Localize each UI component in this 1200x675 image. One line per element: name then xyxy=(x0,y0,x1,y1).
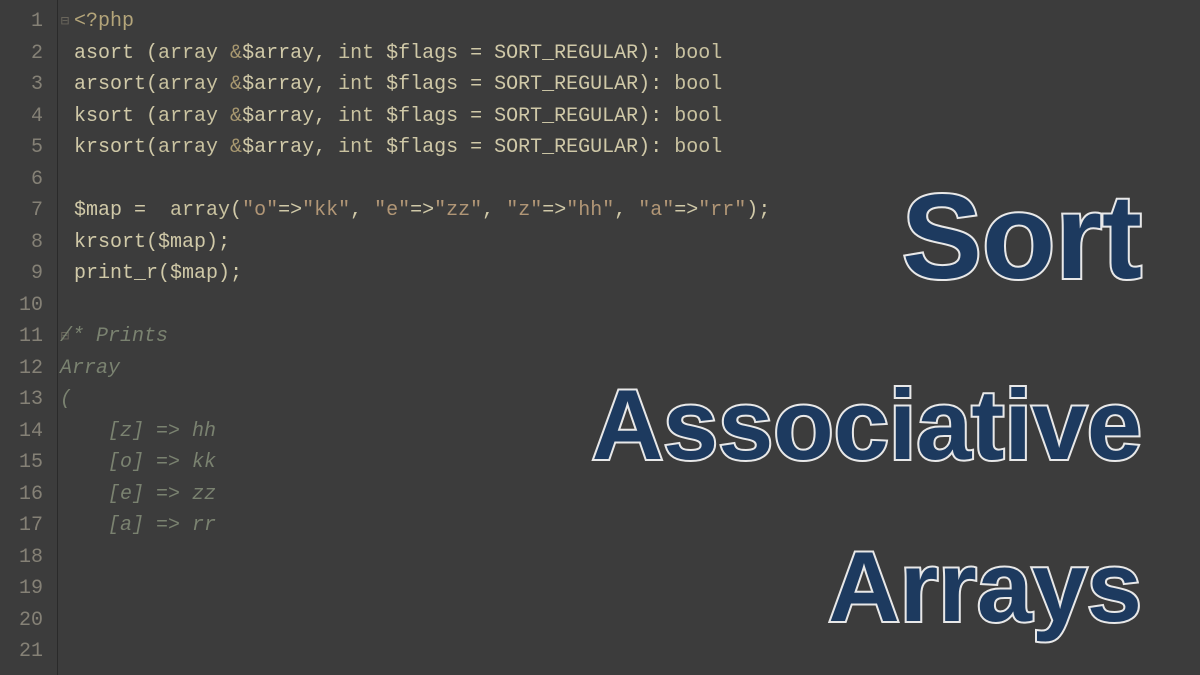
line-number[interactable]: 17 xyxy=(0,510,57,542)
line-number[interactable]: 12 xyxy=(0,353,57,385)
code-area[interactable]: <?php asort (array &$array, int $flags =… xyxy=(72,0,1200,675)
code-line[interactable] xyxy=(74,605,1200,637)
line-number[interactable]: 13 xyxy=(0,384,57,416)
code-line[interactable]: /* Prints xyxy=(60,321,1200,353)
code-line[interactable]: ( xyxy=(60,384,1200,416)
line-number[interactable]: 15 xyxy=(0,447,57,479)
code-line[interactable] xyxy=(74,290,1200,322)
code-line[interactable]: ksort (array &$array, int $flags = SORT_… xyxy=(74,101,1200,133)
code-line[interactable]: krsort($map); xyxy=(74,227,1200,259)
line-number[interactable]: 9 xyxy=(0,258,57,290)
line-gutter: 1 2 3 4 5 6 7 8 9 10 11 12 13 14 15 16 1… xyxy=(0,0,58,675)
line-number[interactable]: 3 xyxy=(0,69,57,101)
code-line[interactable] xyxy=(74,164,1200,196)
code-line[interactable]: krsort(array &$array, int $flags = SORT_… xyxy=(74,132,1200,164)
code-line[interactable]: Array xyxy=(60,353,1200,385)
code-line[interactable]: [e] => zz xyxy=(60,479,1200,511)
code-line[interactable] xyxy=(74,573,1200,605)
line-number[interactable]: 18 xyxy=(0,542,57,574)
code-line[interactable]: asort (array &$array, int $flags = SORT_… xyxy=(74,38,1200,70)
line-number[interactable]: 11 xyxy=(0,321,57,353)
line-number[interactable]: 1 xyxy=(0,6,57,38)
line-number[interactable]: 4 xyxy=(0,101,57,133)
line-number[interactable]: 5 xyxy=(0,132,57,164)
line-number[interactable]: 16 xyxy=(0,479,57,511)
code-line[interactable]: arsort(array &$array, int $flags = SORT_… xyxy=(74,69,1200,101)
code-line[interactable]: [z] => hh xyxy=(60,416,1200,448)
line-number[interactable]: 14 xyxy=(0,416,57,448)
line-number[interactable]: 8 xyxy=(0,227,57,259)
code-line[interactable]: $map = array("o"=>"kk", "e"=>"zz", "z"=>… xyxy=(74,195,1200,227)
fold-toggle-icon[interactable]: ⊟ xyxy=(58,6,72,38)
code-line[interactable] xyxy=(74,542,1200,574)
line-number[interactable]: 2 xyxy=(0,38,57,70)
code-line[interactable] xyxy=(74,636,1200,668)
line-number[interactable]: 7 xyxy=(0,195,57,227)
line-number[interactable]: 21 xyxy=(0,636,57,668)
code-editor: 1 2 3 4 5 6 7 8 9 10 11 12 13 14 15 16 1… xyxy=(0,0,1200,675)
line-number[interactable]: 19 xyxy=(0,573,57,605)
code-line[interactable]: <?php xyxy=(74,6,1200,38)
line-number[interactable]: 20 xyxy=(0,605,57,637)
line-number[interactable]: 10 xyxy=(0,290,57,322)
line-number[interactable]: 6 xyxy=(0,164,57,196)
code-line[interactable]: [o] => kk xyxy=(60,447,1200,479)
code-line[interactable]: [a] => rr xyxy=(60,510,1200,542)
code-line[interactable]: print_r($map); xyxy=(74,258,1200,290)
